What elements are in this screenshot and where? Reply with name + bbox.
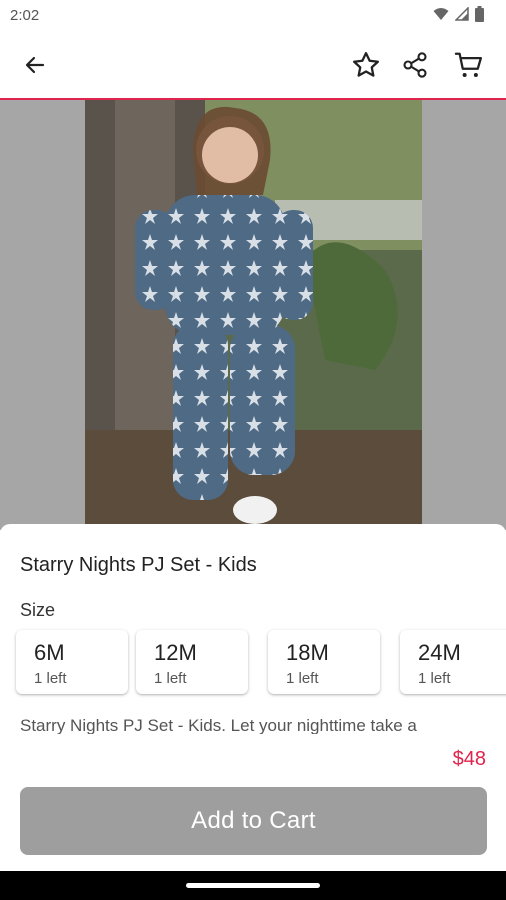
status-icons: [433, 6, 484, 22]
cart-icon: [454, 52, 482, 77]
size-name: 24M: [418, 640, 461, 665]
size-stock: 1 left: [154, 670, 187, 687]
cart-button[interactable]: [450, 46, 488, 84]
arrow-left-icon: [25, 56, 45, 74]
size-stock: 1 left: [34, 670, 67, 687]
size-name: 12M: [154, 640, 197, 665]
size-option-12m[interactable]: 12M 1 left: [136, 630, 248, 694]
product-details-sheet: Starry Nights PJ Set - Kids Size 6M 1 le…: [0, 524, 506, 734]
add-to-cart-button[interactable]: Add to Cart: [20, 787, 487, 855]
product-photo: [85, 100, 422, 530]
status-bar: 2:02: [0, 0, 506, 32]
size-options: 6M 1 left 12M 1 left 18M 1 left 24M 1 le…: [16, 630, 506, 696]
signal-icon: [455, 7, 469, 21]
size-stock: 1 left: [286, 670, 319, 687]
product-title: Starry Nights PJ Set - Kids: [20, 554, 257, 576]
product-image-area[interactable]: [0, 100, 506, 530]
home-gesture-handle[interactable]: [186, 883, 320, 888]
size-option-24m[interactable]: 24M 1 left: [400, 630, 506, 694]
size-name: 18M: [286, 640, 329, 665]
size-name: 6M: [34, 640, 65, 665]
favorite-button[interactable]: [347, 46, 385, 84]
size-option-6m[interactable]: 6M 1 left: [16, 630, 128, 694]
purchase-footer: $48 Add to Cart: [0, 734, 506, 871]
system-navigation-bar: [0, 871, 506, 900]
share-button[interactable]: [396, 46, 434, 84]
size-label: Size: [20, 600, 56, 620]
product-photo-illustration: [85, 100, 422, 530]
size-option-18m[interactable]: 18M 1 left: [268, 630, 380, 694]
size-stock: 1 left: [418, 670, 451, 687]
battery-icon: [475, 6, 484, 22]
back-button[interactable]: [16, 46, 54, 84]
product-price: $48: [452, 748, 486, 770]
share-icon: [403, 52, 427, 78]
product-description: Starry Nights PJ Set - Kids. Let your ni…: [20, 716, 417, 734]
wifi-icon: [433, 8, 449, 20]
status-time: 2:02: [10, 7, 40, 24]
star-icon: [353, 52, 379, 77]
